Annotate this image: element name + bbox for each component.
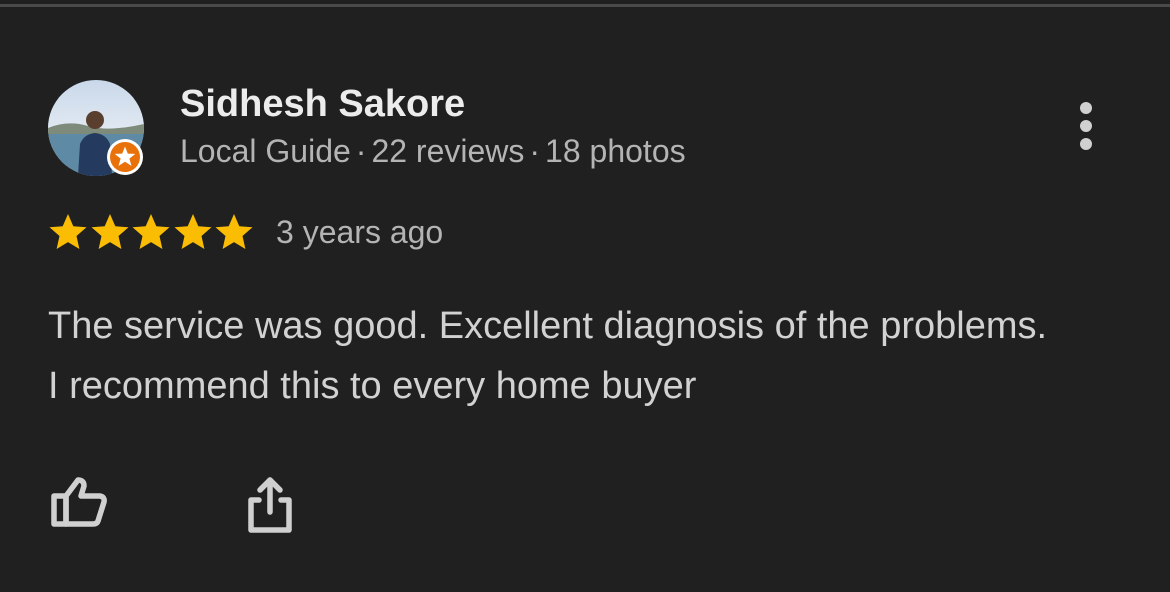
reviewer-name[interactable]: Sidhesh Sakore bbox=[180, 83, 465, 126]
review-time: 3 years ago bbox=[276, 214, 444, 250]
review-text: The service was good. Excellent diagnosi… bbox=[48, 305, 1048, 407]
star-icon bbox=[49, 214, 87, 249]
top-divider bbox=[0, 4, 1170, 7]
local-guide-label: Local Guide bbox=[180, 133, 351, 169]
share-button[interactable] bbox=[240, 474, 300, 536]
review-count: 22 reviews bbox=[371, 133, 525, 169]
reviewer-meta: Local Guide · 22 reviews · 18 photos bbox=[180, 133, 686, 170]
more-options-button[interactable] bbox=[1066, 98, 1106, 158]
thumbs-up-icon bbox=[51, 477, 107, 527]
meta-separator: · bbox=[355, 133, 367, 169]
like-button[interactable] bbox=[46, 474, 112, 534]
more-vert-icon bbox=[1080, 102, 1092, 150]
star-icon bbox=[132, 214, 170, 249]
star-badge-icon bbox=[107, 139, 143, 175]
star-icon bbox=[174, 214, 211, 249]
share-icon bbox=[248, 477, 292, 533]
photo-count: 18 photos bbox=[545, 133, 686, 169]
star-icon bbox=[91, 214, 128, 249]
star-icon bbox=[215, 214, 253, 249]
star-rating bbox=[48, 212, 256, 252]
meta-separator: · bbox=[529, 133, 541, 169]
